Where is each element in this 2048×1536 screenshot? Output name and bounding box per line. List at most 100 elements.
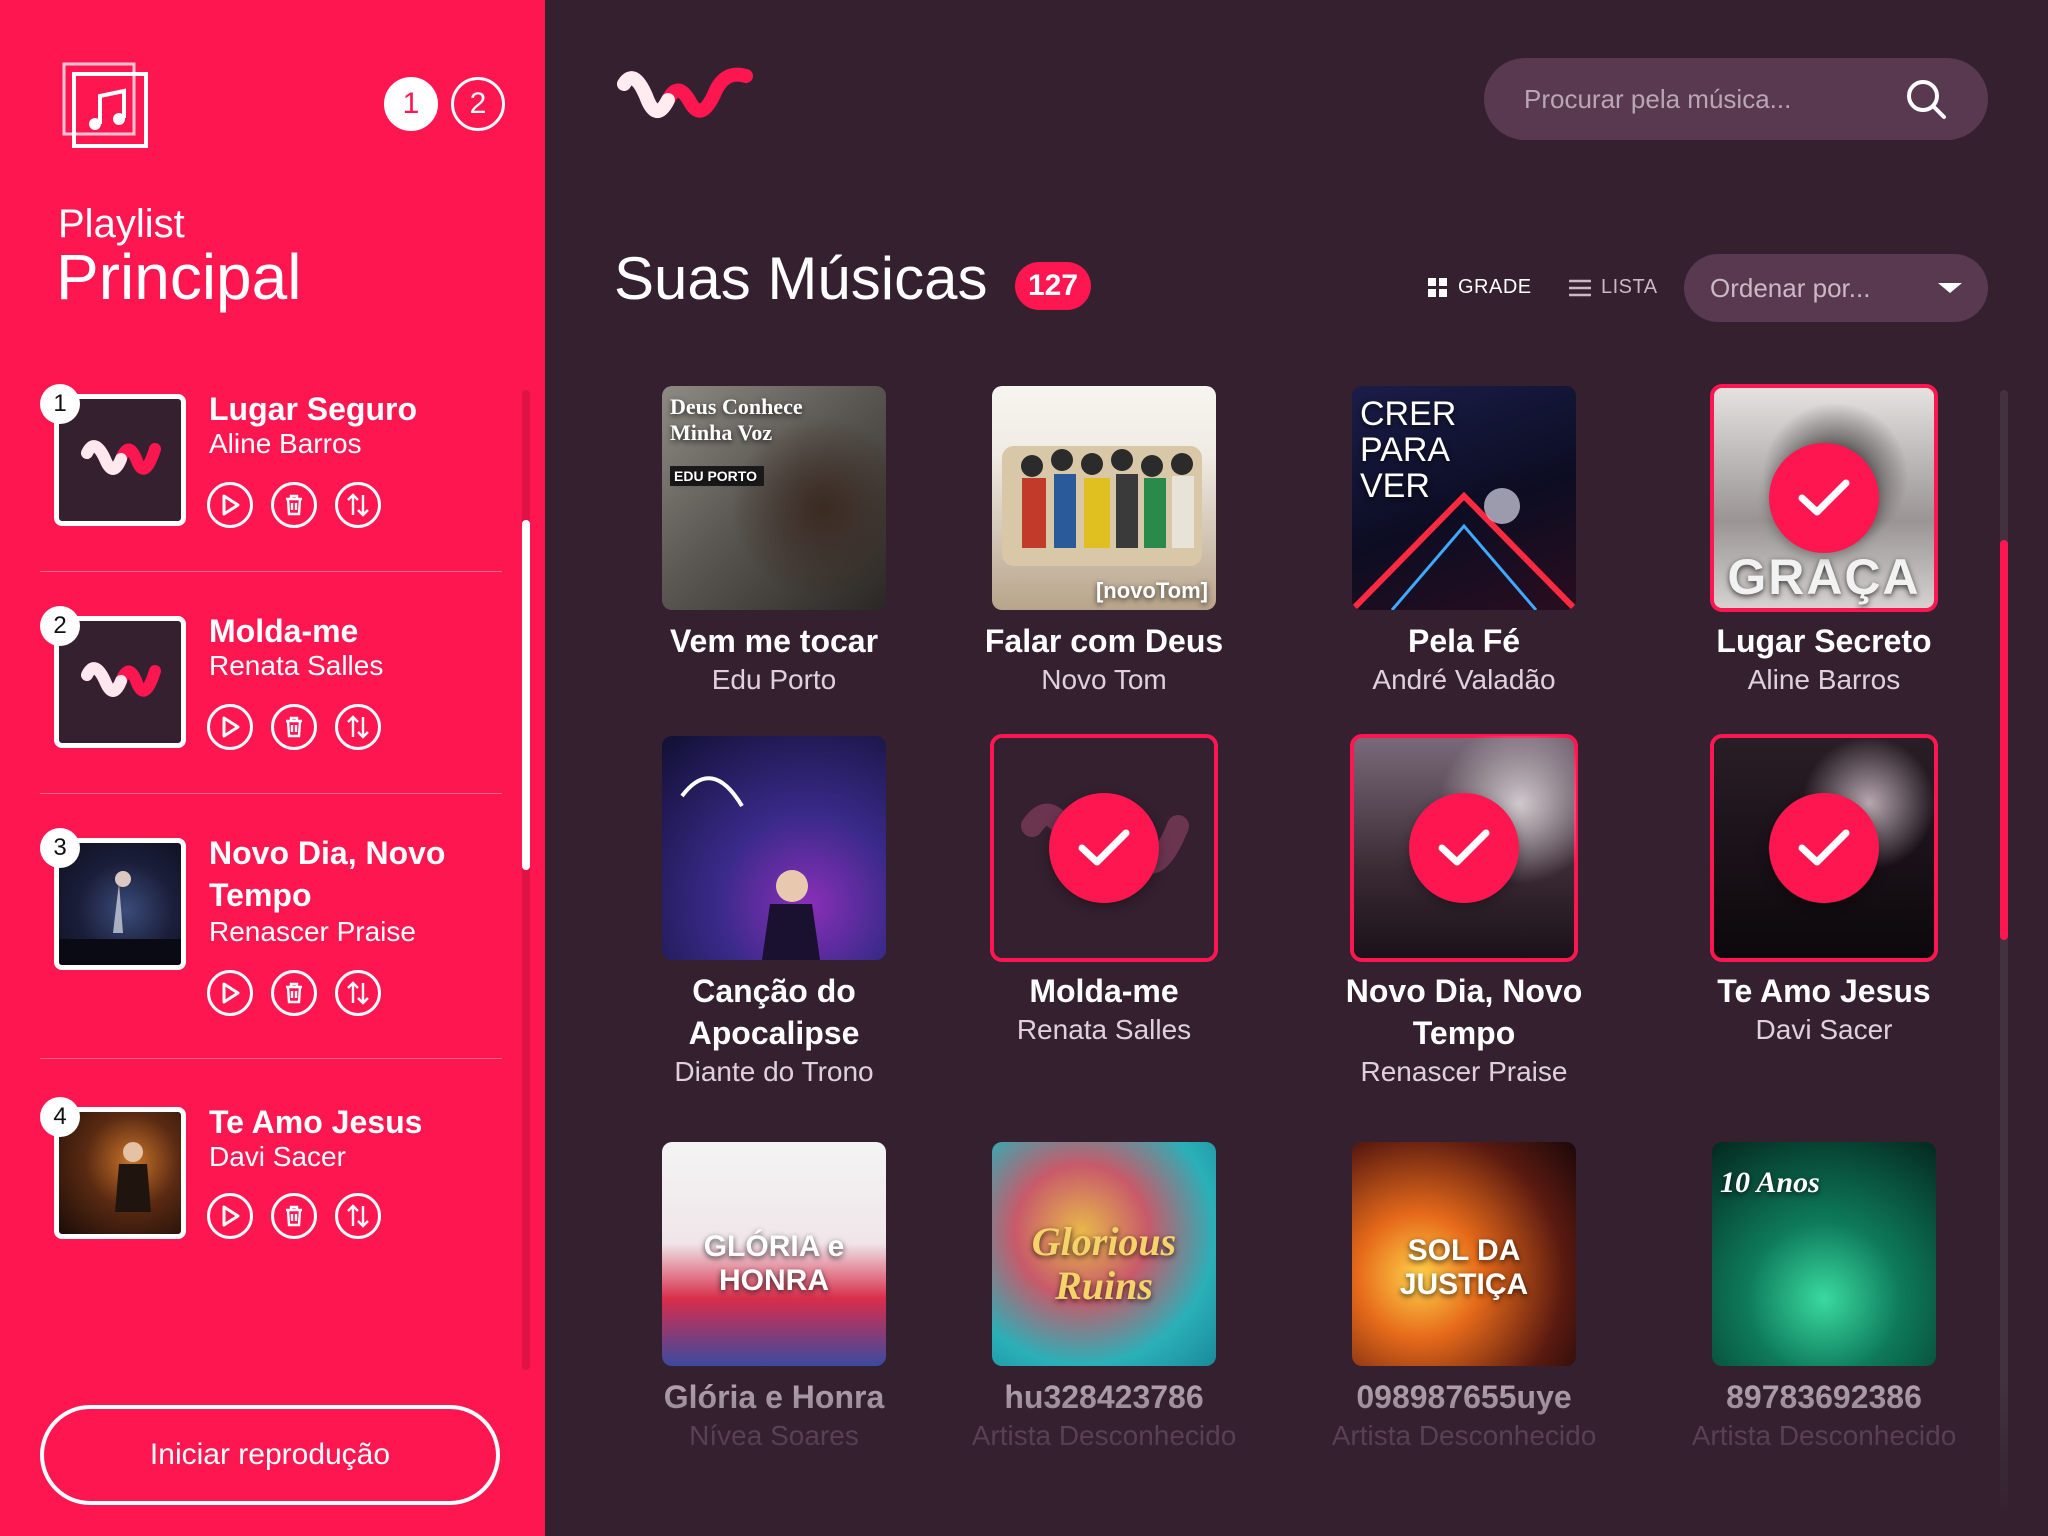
song-card[interactable]: SOL DA JUSTIÇA 098987655uye Artista Desc…: [1304, 1142, 1624, 1454]
trash-icon: [286, 1205, 302, 1227]
music-library-icon[interactable]: [62, 62, 148, 148]
playlist-queue: 1 Lugar Seguro Aline Barros 2 Molda-me R…: [40, 372, 502, 1269]
search-input[interactable]: Procurar pela música...: [1524, 84, 1904, 115]
selected-check[interactable]: [1049, 793, 1159, 903]
album-cover-image: [115, 1142, 151, 1212]
play-icon: [222, 1205, 240, 1227]
album-cover: [990, 734, 1218, 962]
queue-actions: [207, 1193, 381, 1239]
cover-title: Deus Conhece Minha Voz: [670, 394, 803, 445]
selected-check[interactable]: [1409, 793, 1519, 903]
song-card[interactable]: Novo Dia, Novo Tempo Renascer Praise: [1304, 734, 1624, 1090]
selected-check[interactable]: [1769, 793, 1879, 903]
album-cover-image: [59, 871, 181, 965]
song-title: Vem me tocar: [669, 623, 879, 659]
song-card[interactable]: Deus Conhece Minha Voz EDU PORTO Vem me …: [614, 386, 934, 698]
reorder-button[interactable]: [335, 970, 381, 1016]
queue-item[interactable]: 3 Novo Dia, Novo Tempo Renascer Praise: [40, 794, 502, 1059]
song-count-badge: 127: [1015, 262, 1091, 310]
view-grid-label: GRADE: [1458, 276, 1532, 298]
reorder-button[interactable]: [335, 482, 381, 528]
song-title: Falar com Deus: [984, 623, 1224, 659]
queue-item[interactable]: 4 Te Amo Jesus Davi Sacer: [40, 1059, 502, 1269]
play-button[interactable]: [207, 1193, 253, 1239]
song-title: 098987655uye: [1356, 1379, 1572, 1415]
reorder-arrows-icon: [347, 1204, 369, 1228]
reorder-arrows-icon: [347, 715, 369, 739]
start-playback-button[interactable]: Iniciar reprodução: [40, 1405, 500, 1505]
page-1-button[interactable]: 1: [384, 77, 438, 131]
song-card[interactable]: Molda-me Renata Salles: [944, 734, 1264, 1048]
queue-item[interactable]: 2 Molda-me Renata Salles: [40, 572, 502, 794]
album-cover: Glorious Ruins: [992, 1142, 1216, 1366]
cover-title: CRER PARA VER: [1360, 395, 1457, 505]
library-scrollbar[interactable]: [2000, 390, 2008, 1510]
chevron-down-icon: [1938, 283, 1962, 293]
song-card[interactable]: GRAÇA Lugar Secreto Aline Barros: [1664, 384, 1984, 698]
song-artist: Diante do Trono: [674, 1056, 874, 1087]
song-title: 89783692386: [1726, 1379, 1922, 1415]
playlist-name: Principal: [56, 241, 302, 313]
app-logo-icon: [81, 662, 161, 697]
page-2-button[interactable]: 2: [451, 77, 505, 131]
reorder-arrows-icon: [347, 981, 369, 1005]
song-artist: Artista Desconhecido: [1691, 1420, 1957, 1451]
sort-dropdown[interactable]: Ordenar por...: [1684, 254, 1988, 322]
album-cover: Deus Conhece Minha Voz EDU PORTO: [662, 386, 886, 610]
album-cover: GLÓRIA e HONRA: [662, 1142, 886, 1366]
sort-placeholder: Ordenar por...: [1710, 272, 1871, 303]
song-card[interactable]: GLÓRIA e HONRA Glória e Honra Nívea Soar…: [614, 1142, 934, 1454]
song-card[interactable]: Glorious Ruins hu328423786 Artista Desco…: [944, 1142, 1264, 1454]
play-icon: [222, 982, 240, 1004]
reorder-button[interactable]: [335, 1193, 381, 1239]
search-icon[interactable]: [1904, 77, 1948, 121]
song-title: hu328423786: [1004, 1379, 1204, 1415]
delete-button[interactable]: [271, 704, 317, 750]
queue-title: Lugar Seguro: [209, 391, 418, 427]
playlist-pager: 1 2: [384, 77, 505, 131]
song-title: Pela Fé: [1407, 623, 1521, 659]
selected-check[interactable]: [1769, 443, 1879, 553]
album-cover: [novoTom]: [992, 386, 1216, 610]
cover-title: GRAÇA: [1727, 549, 1921, 605]
cover-title: 10 Anos: [1720, 1166, 1820, 1199]
album-cover: [662, 736, 886, 960]
library-scrollbar-thumb[interactable]: [2000, 540, 2008, 940]
song-artist: Novo Tom: [1041, 664, 1167, 695]
check-icon: [1798, 829, 1850, 866]
album-cover: [1350, 734, 1578, 962]
album-cover-image: [680, 776, 820, 960]
app-logo-icon: [617, 67, 753, 118]
queue-number: 2: [40, 606, 80, 646]
play-button[interactable]: [207, 970, 253, 1016]
song-artist: Artista Desconhecido: [971, 1420, 1237, 1451]
view-list-button[interactable]: LISTA: [1569, 276, 1658, 299]
song-title: Glória e Honra: [663, 1379, 885, 1415]
queue-item[interactable]: 1 Lugar Seguro Aline Barros: [40, 372, 502, 572]
queue-actions: [207, 482, 381, 528]
delete-button[interactable]: [271, 1193, 317, 1239]
song-artist: Renascer Praise: [1360, 1056, 1568, 1087]
song-card[interactable]: CRER PARA VER Pela Fé André Valadão: [1304, 386, 1624, 698]
song-card[interactable]: Canção do Apocalipse Diante do Trono: [614, 736, 934, 1090]
delete-button[interactable]: [271, 970, 317, 1016]
sidebar-scrollbar-thumb[interactable]: [522, 520, 530, 870]
cover-title: SOL DA JUSTIÇA: [1399, 1234, 1529, 1301]
queue-artist: Davi Sacer: [209, 1141, 346, 1172]
app-logo-icon: [81, 440, 161, 475]
song-card[interactable]: [novoTom] Falar com Deus Novo Tom: [944, 386, 1264, 698]
song-title: Molda-me: [1029, 973, 1179, 1009]
reorder-button[interactable]: [335, 704, 381, 750]
view-list-label: LISTA: [1601, 276, 1658, 298]
search-bar[interactable]: Procurar pela música...: [1484, 58, 1988, 140]
play-button[interactable]: [207, 704, 253, 750]
album-cover: SOL DA JUSTIÇA: [1352, 1142, 1576, 1366]
play-button[interactable]: [207, 482, 253, 528]
song-card[interactable]: 10 Anos 89783692386 Artista Desconhecido: [1664, 1142, 1984, 1454]
sidebar-scrollbar[interactable]: [522, 390, 530, 1370]
queue-number: 4: [40, 1097, 80, 1137]
queue-artist: Renata Salles: [209, 650, 384, 681]
view-grid-button[interactable]: GRADE: [1428, 276, 1532, 299]
delete-button[interactable]: [271, 482, 317, 528]
song-card[interactable]: Te Amo Jesus Davi Sacer: [1664, 734, 1984, 1048]
